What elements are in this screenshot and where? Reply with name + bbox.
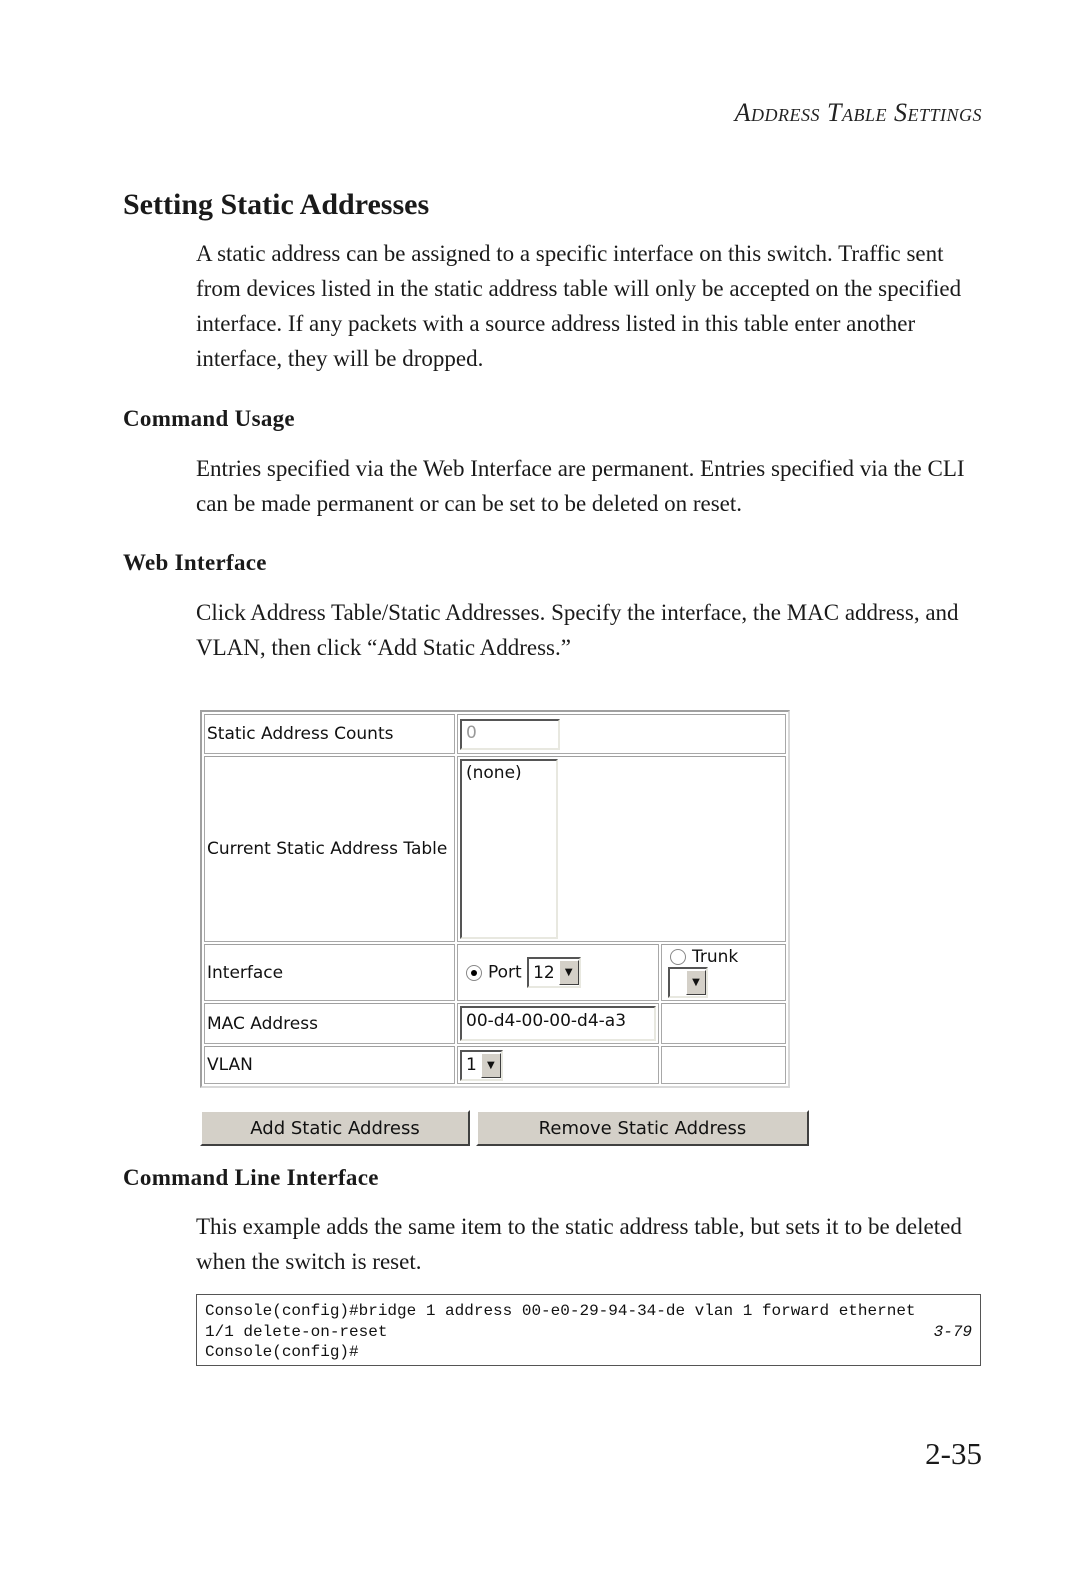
empty-cell bbox=[661, 1003, 786, 1044]
code-text: Console(config)# bbox=[205, 1343, 359, 1361]
command-usage-heading: Command Usage bbox=[123, 406, 295, 431]
running-head: Address Table Settings bbox=[734, 98, 982, 127]
static-count-field: 0 bbox=[460, 718, 560, 750]
cli-code-block: Console(config)#bridge 1 address 00-e0-2… bbox=[196, 1294, 981, 1366]
command-usage-text: Entries specified via the Web Interface … bbox=[196, 456, 965, 516]
static-address-form: Static Address Counts 0 Current Static A… bbox=[200, 710, 809, 1146]
form-buttons: Add Static Address Remove Static Address bbox=[200, 1110, 809, 1146]
vlan-select[interactable]: 1 ▼ bbox=[460, 1049, 503, 1081]
current-table-label: Current Static Address Table bbox=[204, 756, 455, 942]
page-number: 2-35 bbox=[925, 1436, 982, 1471]
vlan-cell: 1 ▼ bbox=[457, 1046, 659, 1084]
form-table: Static Address Counts 0 Current Static A… bbox=[200, 710, 790, 1088]
code-line: 1/1 delete-on-reset 3-79 bbox=[205, 1322, 972, 1343]
add-static-address-button[interactable]: Add Static Address bbox=[200, 1110, 470, 1146]
port-cell: Port 12 ▼ bbox=[457, 944, 659, 1001]
chevron-down-icon[interactable]: ▼ bbox=[686, 970, 706, 995]
trunk-radio-label: Trunk bbox=[692, 947, 739, 967]
mac-label: MAC Address bbox=[204, 1003, 455, 1044]
port-radio[interactable] bbox=[466, 964, 482, 981]
chevron-down-icon[interactable]: ▼ bbox=[558, 960, 579, 985]
cli-text: This example adds the same item to the s… bbox=[196, 1214, 962, 1274]
trunk-cell: Trunk ▼ bbox=[661, 944, 786, 1001]
current-table-listbox[interactable]: (none) bbox=[460, 759, 558, 939]
code-line: Console(config)#bridge 1 address 00-e0-2… bbox=[205, 1301, 972, 1322]
listbox-item[interactable]: (none) bbox=[466, 763, 522, 783]
code-text: Console(config)#bridge 1 address 00-e0-2… bbox=[205, 1302, 916, 1320]
trunk-select[interactable]: ▼ bbox=[668, 967, 708, 998]
code-line: Console(config)# bbox=[205, 1342, 972, 1363]
port-select[interactable]: 12 ▼ bbox=[527, 957, 581, 988]
cli-heading: Command Line Interface bbox=[123, 1165, 379, 1190]
code-reference: 3-79 bbox=[933, 1322, 972, 1341]
mac-address-field[interactable]: 00-d4-00-00-d4-a3 bbox=[460, 1006, 656, 1041]
vlan-select-value: 1 bbox=[466, 1055, 477, 1075]
empty-cell bbox=[661, 1046, 786, 1084]
web-interface-text: Click Address Table/Static Addresses. Sp… bbox=[196, 600, 959, 660]
trunk-radio[interactable] bbox=[670, 949, 686, 965]
static-count-cell: 0 bbox=[457, 714, 786, 754]
current-table-cell: (none) bbox=[457, 756, 786, 942]
intro-paragraph: A static address can be assigned to a sp… bbox=[196, 241, 962, 371]
remove-static-address-button[interactable]: Remove Static Address bbox=[476, 1110, 809, 1146]
section-title: Setting Static Addresses bbox=[123, 188, 430, 221]
interface-label: Interface bbox=[204, 944, 455, 1001]
port-radio-label: Port bbox=[488, 962, 522, 983]
vlan-label: VLAN bbox=[204, 1046, 455, 1084]
mac-cell: 00-d4-00-00-d4-a3 bbox=[457, 1003, 659, 1044]
web-interface-heading: Web Interface bbox=[123, 550, 267, 575]
port-select-value: 12 bbox=[533, 962, 555, 983]
code-text: 1/1 delete-on-reset bbox=[205, 1322, 388, 1341]
chevron-down-icon[interactable]: ▼ bbox=[480, 1052, 501, 1078]
static-count-label: Static Address Counts bbox=[204, 714, 455, 754]
